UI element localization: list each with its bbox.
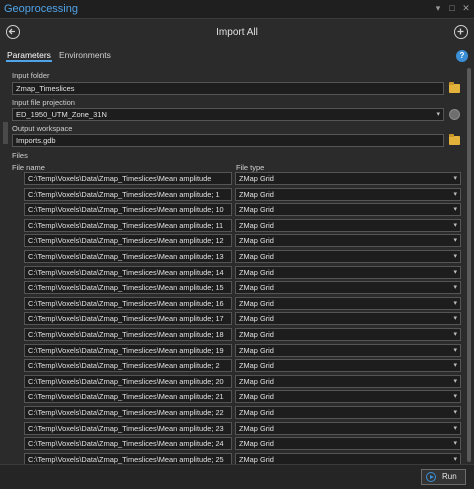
footer-bar: Run — [0, 464, 474, 489]
output-workspace-field[interactable]: Imports.gdb — [12, 134, 444, 147]
file-type-select[interactable]: ZMap Grid — [235, 172, 461, 185]
parameters-panel: Input folder Zmap_Timeslices Input file … — [0, 66, 474, 464]
pane-options-icon[interactable]: ▾ — [434, 3, 442, 14]
required-marker — [3, 122, 8, 144]
file-path-cell[interactable]: C:\Temp\Voxels\Data\Zmap_Timeslices\Mean… — [24, 234, 232, 248]
run-button[interactable]: Run — [421, 469, 466, 485]
table-row: C:\Temp\Voxels\Data\Zmap_Timeslices\Mean… — [0, 172, 474, 185]
tab-parameters[interactable]: Parameters — [6, 49, 52, 62]
file-path-cell[interactable]: C:\Temp\Voxels\Data\Zmap_Timeslices\Mean… — [24, 203, 232, 217]
file-type-select[interactable]: ZMap Grid — [235, 234, 461, 248]
file-path-cell[interactable]: C:\Temp\Voxels\Data\Zmap_Timeslices\Mean… — [24, 296, 232, 310]
file-path-cell[interactable]: C:\Temp\Voxels\Data\Zmap_Timeslices\Mean… — [24, 265, 232, 279]
file-type-select[interactable]: ZMap Grid — [235, 390, 461, 404]
table-row: C:\Temp\Voxels\Data\Zmap_Timeslices\Mean… — [0, 343, 474, 357]
file-path-cell[interactable]: C:\Temp\Voxels\Data\Zmap_Timeslices\Mean… — [24, 328, 232, 341]
table-row: C:\Temp\Voxels\Data\Zmap_Timeslices\Mean… — [0, 421, 474, 435]
table-row: C:\Temp\Voxels\Data\Zmap_Timeslices\Mean… — [0, 265, 474, 279]
file-type-select[interactable]: ZMap Grid — [235, 421, 461, 435]
add-plus-icon[interactable] — [454, 25, 468, 39]
input-folder-field[interactable]: Zmap_Timeslices — [12, 82, 444, 95]
table-row: C:\Temp\Voxels\Data\Zmap_Timeslices\Mean… — [0, 359, 474, 373]
run-button-label: Run — [442, 472, 457, 481]
scrollbar-thumb[interactable] — [467, 68, 471, 462]
file-name-column-header: File name — [12, 163, 45, 172]
table-row: C:\Temp\Voxels\Data\Zmap_Timeslices\Mean… — [0, 187, 474, 201]
pane-close-icon[interactable]: ✕ — [462, 3, 470, 14]
file-type-select[interactable]: ZMap Grid — [235, 312, 461, 326]
table-row: C:\Temp\Voxels\Data\Zmap_Timeslices\Mean… — [0, 374, 474, 388]
file-type-select[interactable]: ZMap Grid — [235, 374, 461, 388]
coordinate-system-globe-icon[interactable] — [449, 109, 460, 120]
browse-workspace-icon[interactable] — [449, 134, 460, 145]
table-row: C:\Temp\Voxels\Data\Zmap_Timeslices\Mean… — [0, 390, 474, 404]
vertical-scrollbar[interactable] — [466, 66, 472, 462]
table-row: C:\Temp\Voxels\Data\Zmap_Timeslices\Mean… — [0, 452, 474, 464]
file-type-select[interactable]: ZMap Grid — [235, 281, 461, 295]
table-row: C:\Temp\Voxels\Data\Zmap_Timeslices\Mean… — [0, 218, 474, 232]
input-projection-label: Input file projection — [12, 98, 75, 107]
file-path-cell[interactable]: C:\Temp\Voxels\Data\Zmap_Timeslices\Mean… — [24, 359, 232, 373]
file-path-cell[interactable]: C:\Temp\Voxels\Data\Zmap_Timeslices\Mean… — [24, 374, 232, 388]
input-folder-label: Input folder — [12, 71, 50, 80]
file-path-cell[interactable]: C:\Temp\Voxels\Data\Zmap_Timeslices\Mean… — [24, 218, 232, 232]
title-bar: Geoprocessing ▾ □ ✕ — [0, 0, 474, 19]
file-type-select[interactable]: ZMap Grid — [235, 187, 461, 201]
table-row: C:\Temp\Voxels\Data\Zmap_Timeslices\Mean… — [0, 437, 474, 451]
file-path-cell[interactable]: C:\Temp\Voxels\Data\Zmap_Timeslices\Mean… — [24, 406, 232, 419]
file-path-cell[interactable]: C:\Temp\Voxels\Data\Zmap_Timeslices\Mean… — [24, 187, 232, 201]
file-type-select[interactable]: ZMap Grid — [235, 265, 461, 279]
run-play-icon — [426, 472, 436, 482]
file-type-select[interactable]: ZMap Grid — [235, 218, 461, 232]
table-row: C:\Temp\Voxels\Data\Zmap_Timeslices\Mean… — [0, 328, 474, 341]
table-row: C:\Temp\Voxels\Data\Zmap_Timeslices\Mean… — [0, 250, 474, 263]
table-row: C:\Temp\Voxels\Data\Zmap_Timeslices\Mean… — [0, 234, 474, 248]
file-type-select[interactable]: ZMap Grid — [235, 343, 461, 357]
input-projection-select[interactable]: ED_1950_UTM_Zone_31N — [12, 108, 444, 121]
file-path-cell[interactable]: C:\Temp\Voxels\Data\Zmap_Timeslices\Mean… — [24, 312, 232, 326]
file-type-select[interactable]: ZMap Grid — [235, 359, 461, 373]
pane-controls: ▾ □ ✕ — [434, 3, 470, 14]
file-type-column-header: File type — [236, 163, 265, 172]
tab-environments[interactable]: Environments — [58, 49, 112, 62]
browse-folder-icon[interactable] — [449, 82, 460, 93]
pane-maximize-icon[interactable]: □ — [448, 3, 456, 14]
output-workspace-label: Output workspace — [12, 124, 73, 133]
file-path-cell[interactable]: C:\Temp\Voxels\Data\Zmap_Timeslices\Mean… — [24, 250, 232, 263]
file-type-select[interactable]: ZMap Grid — [235, 437, 461, 451]
file-path-cell[interactable]: C:\Temp\Voxels\Data\Zmap_Timeslices\Mean… — [24, 343, 232, 357]
file-type-select[interactable]: ZMap Grid — [235, 203, 461, 217]
table-row: C:\Temp\Voxels\Data\Zmap_Timeslices\Mean… — [0, 296, 474, 310]
file-path-cell[interactable]: C:\Temp\Voxels\Data\Zmap_Timeslices\Mean… — [24, 281, 232, 295]
file-type-select[interactable]: ZMap Grid — [235, 452, 461, 464]
table-row: C:\Temp\Voxels\Data\Zmap_Timeslices\Mean… — [0, 281, 474, 295]
tool-title: Import All — [216, 27, 258, 38]
file-path-cell[interactable]: C:\Temp\Voxels\Data\Zmap_Timeslices\Mean… — [24, 452, 232, 464]
table-row: C:\Temp\Voxels\Data\Zmap_Timeslices\Mean… — [0, 312, 474, 326]
file-type-select[interactable]: ZMap Grid — [235, 328, 461, 341]
tool-header: Import All — [0, 19, 474, 47]
file-path-cell[interactable]: C:\Temp\Voxels\Data\Zmap_Timeslices\Mean… — [24, 390, 232, 404]
file-type-select[interactable]: ZMap Grid — [235, 406, 461, 419]
file-path-cell[interactable]: C:\Temp\Voxels\Data\Zmap_Timeslices\Mean… — [24, 172, 232, 185]
file-type-select[interactable]: ZMap Grid — [235, 296, 461, 310]
file-path-cell[interactable]: C:\Temp\Voxels\Data\Zmap_Timeslices\Mean… — [24, 421, 232, 435]
table-row: C:\Temp\Voxels\Data\Zmap_Timeslices\Mean… — [0, 406, 474, 419]
files-label: Files — [12, 151, 28, 160]
table-row: C:\Temp\Voxels\Data\Zmap_Timeslices\Mean… — [0, 203, 474, 217]
pane-title: Geoprocessing — [4, 3, 78, 15]
tab-strip: Parameters Environments — [6, 49, 112, 63]
help-icon[interactable]: ? — [456, 50, 468, 62]
file-path-cell[interactable]: C:\Temp\Voxels\Data\Zmap_Timeslices\Mean… — [24, 437, 232, 451]
file-type-select[interactable]: ZMap Grid — [235, 250, 461, 263]
